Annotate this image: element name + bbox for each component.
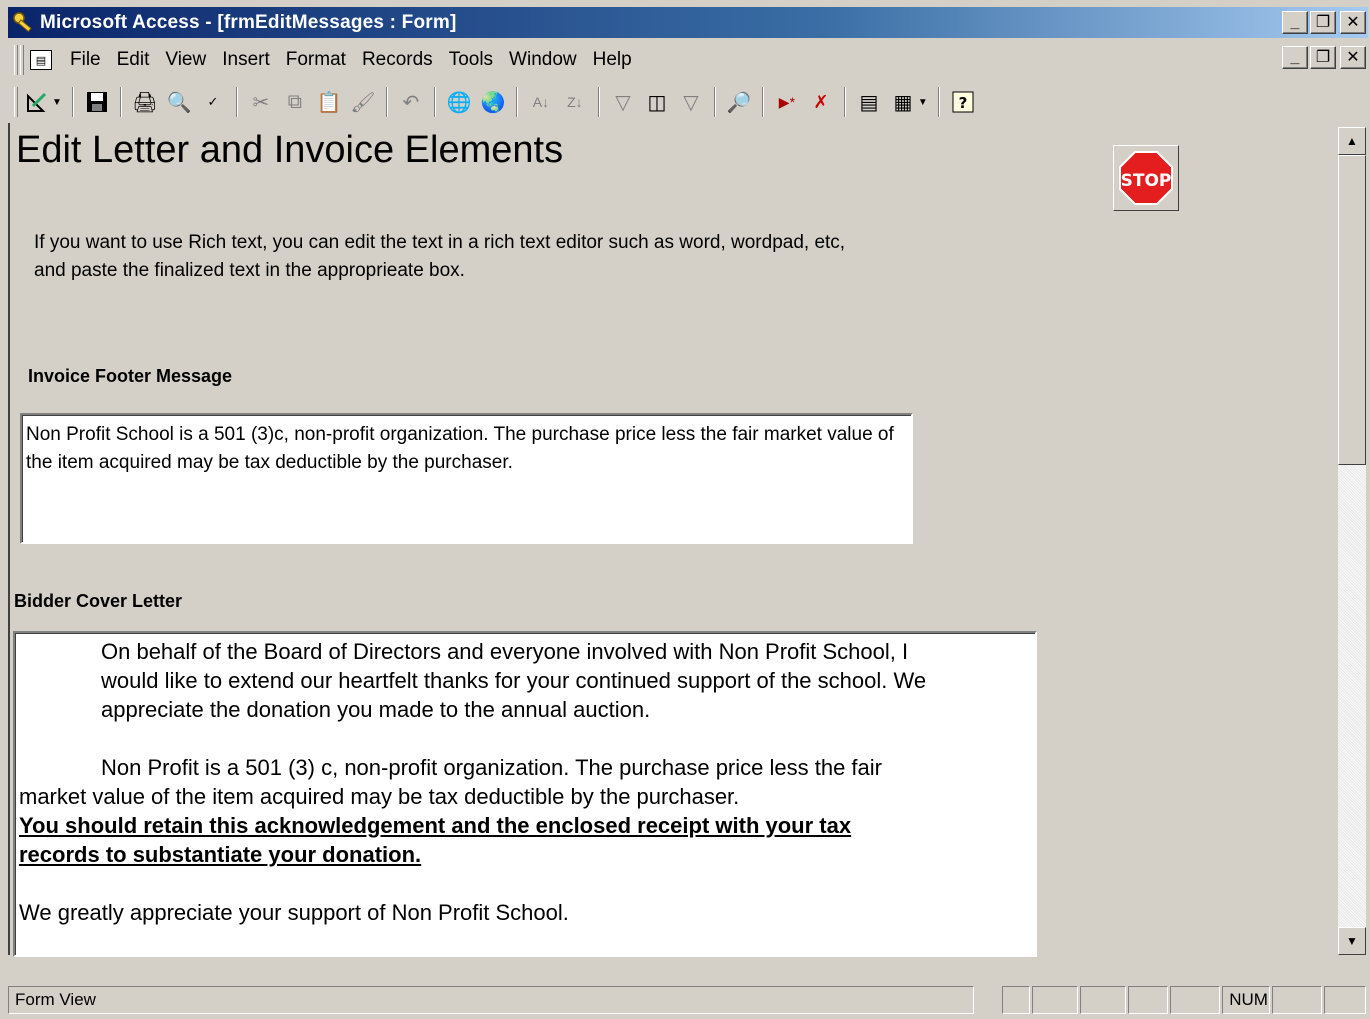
menu-bar: ▤ File Edit View Insert Format Records T… <box>8 41 1368 79</box>
new-object-icon[interactable]: ▦ <box>888 87 918 117</box>
menu-records[interactable]: Records <box>354 49 441 71</box>
cover-letter-label: Bidder Cover Letter <box>14 591 183 611</box>
form-heading: Edit Letter and Invoice Elements <box>16 129 564 171</box>
help-icon[interactable]: ? <box>948 87 978 117</box>
status-panel <box>1128 986 1169 1014</box>
scroll-thumb[interactable] <box>1338 155 1366 465</box>
toolbar-separator <box>937 87 940 117</box>
toolbar-separator <box>71 87 74 117</box>
vertical-scrollbar[interactable]: ▲ ▼ <box>1338 127 1366 955</box>
find-icon[interactable]: 🔎 <box>724 87 754 117</box>
sort-descending-icon[interactable]: Z↓ <box>560 87 590 117</box>
menu-view[interactable]: View <box>157 49 214 71</box>
new-object-dropdown-icon[interactable]: ▼ <box>918 97 928 108</box>
menu-format[interactable]: Format <box>278 49 354 71</box>
scroll-up-button[interactable]: ▲ <box>1338 127 1366 155</box>
cover-letter-paragraph-1: On behalf of the Board of Directors and … <box>101 639 927 722</box>
svg-text:?: ? <box>958 94 967 112</box>
toolbar-separator <box>515 87 518 117</box>
close-button[interactable]: ✕ <box>1340 11 1366 34</box>
form-view-toolbar: ▼ 🖨 🔍 ✓ ✂ ⧉ 📋 🖌 ↶ 🌐 🌏 A↓ Z↓ ▽ ◫ ▽ 🔎 ▶* ✗… <box>8 81 1368 123</box>
toolbar-grip[interactable] <box>14 87 18 117</box>
minimize-button[interactable]: _ <box>1282 11 1308 34</box>
scroll-down-button[interactable]: ▼ <box>1338 927 1366 955</box>
hyperlink-icon[interactable]: 🌐 <box>444 87 474 117</box>
cover-letter-textbox[interactable]: On behalf of the Board of Directors and … <box>13 631 1037 957</box>
toolbar-separator <box>119 87 122 117</box>
toolbar-separator <box>385 87 388 117</box>
restore-button[interactable]: ❐ <box>1310 11 1336 34</box>
toolbar-separator <box>235 87 238 117</box>
web-toolbar-icon[interactable]: 🌏 <box>478 87 508 117</box>
window-title: Microsoft Access - [frmEditMessages : Fo… <box>40 11 457 33</box>
copy-icon[interactable]: ⧉ <box>280 87 310 117</box>
sort-ascending-icon[interactable]: A↓ <box>526 87 556 117</box>
status-panel <box>1002 986 1031 1014</box>
menu-edit[interactable]: Edit <box>109 49 158 71</box>
cover-letter-paragraph-2: Non Profit is a 501 (3) c, non-profit or… <box>19 753 929 811</box>
toolbar-separator <box>713 87 716 117</box>
status-bar: Form View NUM <box>8 985 1368 1015</box>
invoice-footer-textbox[interactable]: Non Profit School is a 501 (3)c, non-pro… <box>20 413 913 544</box>
form-body: Edit Letter and Invoice Elements STOP If… <box>8 123 1338 957</box>
doc-restore-button[interactable]: ❐ <box>1310 46 1336 69</box>
spelling-icon[interactable]: ✓ <box>198 87 228 117</box>
filter-by-form-icon[interactable]: ◫ <box>642 87 672 117</box>
form-document-icon[interactable]: ▤ <box>30 50 52 70</box>
access-key-icon <box>13 11 32 32</box>
doc-minimize-button[interactable]: _ <box>1282 46 1308 69</box>
toolbar-separator <box>761 87 764 117</box>
title-bar: Microsoft Access - [frmEditMessages : Fo… <box>8 7 1368 38</box>
format-painter-icon[interactable]: 🖌 <box>348 87 378 117</box>
print-preview-icon[interactable]: 🔍 <box>164 87 194 117</box>
status-num-indicator: NUM <box>1222 986 1271 1014</box>
database-window-icon[interactable]: ▤ <box>854 87 884 117</box>
status-panel <box>1324 986 1367 1014</box>
invoice-footer-label: Invoice Footer Message <box>28 366 233 386</box>
apply-filter-icon[interactable]: ▽ <box>676 87 706 117</box>
stop-button[interactable]: STOP <box>1113 145 1179 211</box>
menu-tools[interactable]: Tools <box>441 49 501 71</box>
cover-letter-paragraph-2-text: Non Profit is a 501 (3) c, non-profit or… <box>19 755 882 809</box>
design-view-dropdown-icon[interactable]: ▼ <box>52 97 62 108</box>
save-icon[interactable] <box>82 87 112 117</box>
menu-window[interactable]: Window <box>501 49 585 71</box>
paste-icon[interactable]: 📋 <box>314 87 344 117</box>
menu-insert[interactable]: Insert <box>214 49 278 71</box>
doc-close-button[interactable]: ✕ <box>1340 46 1366 69</box>
design-view-icon[interactable] <box>22 87 52 117</box>
filter-by-selection-icon[interactable]: ▽ <box>608 87 638 117</box>
stop-sign-icon: STOP <box>1119 151 1173 205</box>
menu-grip[interactable] <box>14 45 18 75</box>
toolbar-separator <box>843 87 846 117</box>
cover-letter-paragraph-3: We greatly appreciate your support of No… <box>19 900 569 925</box>
new-record-icon[interactable]: ▶* <box>772 87 802 117</box>
status-panel <box>1032 986 1079 1014</box>
status-panel <box>1170 986 1221 1014</box>
status-panel <box>1272 986 1323 1014</box>
cover-letter-bold-notice: You should retain this acknowledgement a… <box>19 813 852 867</box>
menu-file[interactable]: File <box>62 49 109 71</box>
intro-text: If you want to use Rich text, you can ed… <box>34 232 846 281</box>
cut-icon[interactable]: ✂ <box>246 87 276 117</box>
delete-record-icon[interactable]: ✗ <box>806 87 836 117</box>
stop-sign-label: STOP <box>1121 171 1172 191</box>
status-panel <box>1080 986 1127 1014</box>
print-icon[interactable]: 🖨 <box>130 87 160 117</box>
undo-icon[interactable]: ↶ <box>396 87 426 117</box>
menu-help[interactable]: Help <box>585 49 640 71</box>
invoice-footer-value: Non Profit School is a 501 (3)c, non-pro… <box>26 424 894 473</box>
cover-letter-content: On behalf of the Board of Directors and … <box>15 633 1035 931</box>
toolbar-separator <box>597 87 600 117</box>
toolbar-separator <box>433 87 436 117</box>
menu-grip-2 <box>20 45 24 75</box>
status-mode: Form View <box>8 986 975 1014</box>
